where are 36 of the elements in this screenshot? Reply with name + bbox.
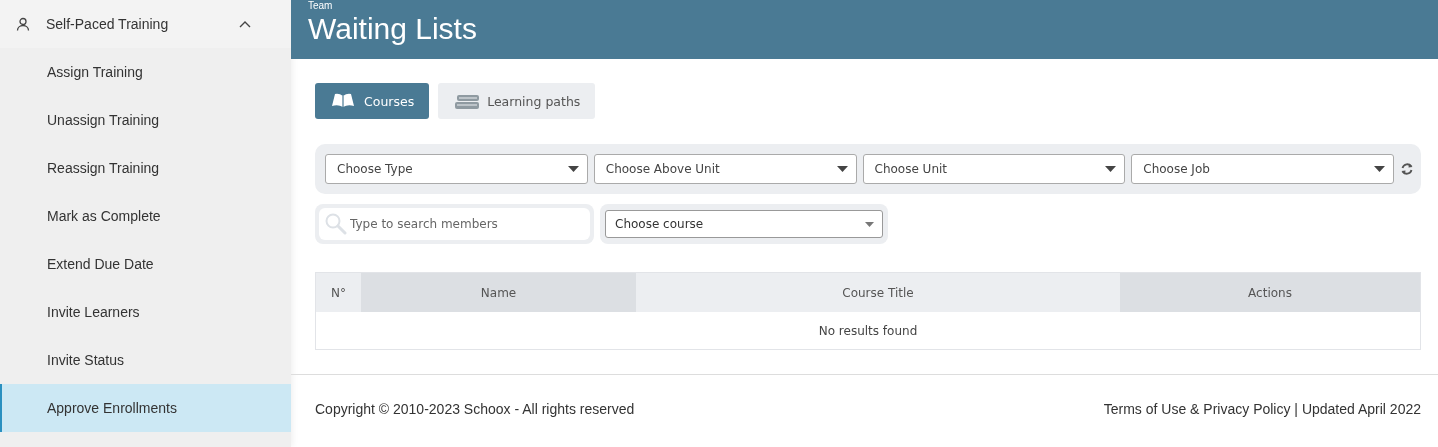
sidebar-item[interactable]: Reassign Training [0,144,291,192]
column-header: N° [316,273,361,312]
sidebar-item[interactable]: Approve Enrollments [0,384,291,432]
footer-links: Terms of Use & Privacy Policy | Updated April 2022 [1103,401,1421,417]
dropdown[interactable]: Choose Job [1131,154,1394,184]
caret-icon [865,221,874,227]
person-icon [16,17,30,31]
sidebar-item[interactable]: Assign Training [0,48,291,96]
copyright-text: Copyright © 2010-2023 Schoox - All rights reserved [315,401,635,417]
sidebar-item[interactable]: Extend Due Date [0,240,291,288]
chevron-up-icon [239,20,251,28]
sidebar-item[interactable]: Mark as Complete [0,192,291,240]
search-field[interactable]: Type to search members [319,208,590,240]
breadcrumb: Team [308,0,334,11]
dropdown[interactable]: Choose Type [325,154,588,184]
sidebar-item[interactable]: Unassign Training [0,96,291,144]
tab[interactable]: Learning paths [438,83,596,119]
sidebar-item[interactable]: Invite Learners [0,288,291,336]
terms-link[interactable]: Terms of Use [1103,401,1187,417]
tab[interactable]: Courses [315,83,430,119]
page-title: Waiting Lists [308,11,478,47]
dropdown[interactable]: Choose Above Unit [593,154,857,184]
caret-icon [836,166,848,172]
privacy-link[interactable]: Privacy Policy [1203,401,1291,417]
caret-icon [1105,166,1117,172]
course-dropdown[interactable]: Choose course [605,210,883,238]
column-header: Name [361,273,636,312]
caret-icon [567,166,579,172]
column-header: Actions [1120,273,1420,312]
caret-icon [1374,166,1385,172]
empty-message: No results found [817,322,919,340]
sidebar-item[interactable]: Invite Status [0,336,291,384]
refresh-icon [1400,162,1414,176]
column-header: Course Title [636,273,1120,312]
dropdown[interactable]: Choose Unit [862,154,1126,184]
sidebar-group[interactable]: Self-Paced Training [0,0,291,48]
